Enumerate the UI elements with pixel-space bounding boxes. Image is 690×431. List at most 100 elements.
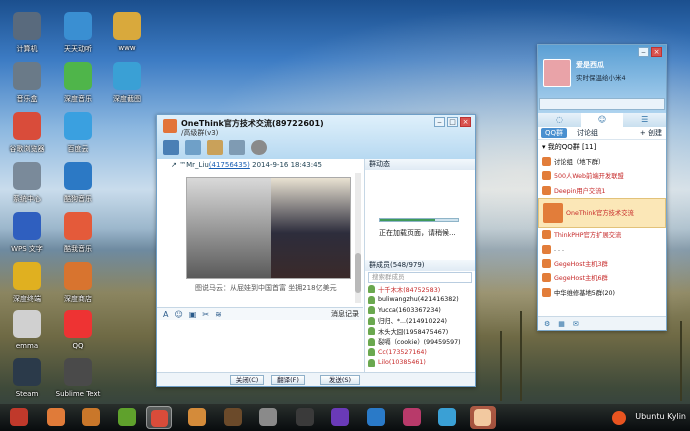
launcher-icon[interactable] [10,408,28,426]
desktop-icon[interactable]: 深度音乐 [53,62,103,104]
loading-text: 正在加载页面，请稍候... [379,229,456,237]
settings-gear-icon[interactable]: ⚙ [544,320,550,328]
group-row[interactable]: ThinkPHP官方扩展交流 [538,228,666,242]
group-row[interactable]: 讨论组（地下群） [538,154,666,168]
app-icon[interactable] [224,408,242,426]
member-row[interactable]: Cc(173527164) [365,347,475,358]
chat-bubble-icon[interactable] [163,140,179,155]
app-icon[interactable] [438,408,456,426]
desktop-icon[interactable]: 系统中心 [2,162,52,204]
ubuntu-logo-icon[interactable] [612,411,626,425]
desktop-icon[interactable]: 天天动听 [53,12,103,54]
scissors-icon[interactable]: ✂ [202,310,209,319]
member-row[interactable]: 十千木木(84752583) [365,284,475,295]
folder-icon[interactable] [207,140,223,155]
desktop-icon[interactable]: 计算机 [2,12,52,54]
minimize-icon[interactable]: ‒ [434,117,445,127]
image-icon[interactable]: ▣ [189,310,197,319]
member-row[interactable]: 木头大囧(1958475467) [365,326,475,337]
chrome-icon[interactable] [146,406,172,429]
maximize-icon[interactable]: □ [447,117,458,127]
desktop-icon[interactable]: 酷我音乐 [53,212,103,254]
message-input[interactable] [157,320,363,372]
desktop-icon[interactable]: WPS 文字 [2,212,52,254]
desktop-icon[interactable]: 酷狗音乐 [53,162,103,204]
app-icon[interactable] [403,408,421,426]
group-row[interactable]: 500人Web前端开发联盟 [538,169,666,183]
close-icon[interactable]: × [460,117,471,127]
app-icon[interactable] [118,408,136,426]
desktop-icon[interactable]: 深度商店 [53,262,103,304]
member-row[interactable]: 归归、*...(214910224) [365,316,475,327]
close-button[interactable]: 关闭(C) [230,375,264,385]
desktop-icon[interactable]: emma [2,310,52,350]
group-name: Deepin用户交流1 [554,187,606,195]
desktop-icon[interactable]: Steam [2,358,52,398]
app-icon[interactable] [367,408,385,426]
group-row[interactable]: OneThink官方技术交流 [538,197,666,228]
desktop-icon-label: 深度截图 [113,95,141,103]
picture-icon[interactable] [229,140,245,155]
app-icon[interactable] [82,408,100,426]
app-icon [113,12,141,40]
mail-icon[interactable]: ✉ [573,320,579,328]
send-button[interactable]: 发送(S) [320,375,360,385]
member-row[interactable]: 裂嗝（cookie）(99459597) [365,337,475,348]
group-header[interactable]: ▾ 我的QQ群 [11] [538,140,666,154]
minimize-icon[interactable]: ‒ [638,47,649,57]
desktop-icon[interactable]: Sublime Text [53,358,103,398]
app-icon [13,62,41,90]
qq-dock-icon[interactable] [470,406,496,429]
close-icon[interactable]: × [651,47,662,57]
chat-scrollbar[interactable] [355,173,361,303]
desktop-icon[interactable]: 百度云 [53,112,103,154]
scroll-thumb[interactable] [355,253,361,293]
create-group-button[interactable]: + 创建 [640,128,662,138]
desktop-icon[interactable]: 谷歌浏览器 [2,112,52,154]
terminal-icon[interactable] [296,408,314,426]
settings-gear-icon[interactable] [251,140,267,155]
shared-photo[interactable] [186,177,351,279]
font-icon[interactable]: A [163,310,168,319]
member-row[interactable]: buliwangzhu(421416382) [365,295,475,306]
member-search-input[interactable]: 搜索群成员 [368,272,472,283]
desktop-icon[interactable]: 音乐盒 [2,62,52,104]
message-record-button[interactable]: 消息记录 [331,309,359,319]
shake-icon[interactable]: ≋ [215,310,222,319]
tab-apps[interactable]: ☰ [623,113,666,127]
sender-id-link[interactable]: (41756435) [209,161,250,169]
user-avatar[interactable] [543,59,571,87]
group-row[interactable]: 中华维修基地5群(20) [538,285,666,299]
app-icon[interactable] [331,408,349,426]
tab-qq-groups[interactable]: QQ群 [541,128,568,138]
member-name: 裂嗝（cookie）(99459597) [378,339,461,347]
desktop-icon[interactable]: 深度终端 [2,262,52,304]
desktop-icon[interactable]: QQ [53,310,103,350]
user-signature[interactable]: 实时保温给小米4 [576,72,626,82]
group-row[interactable]: GegeHost主机3群 [538,256,666,270]
translate-button[interactable]: 翻译(F) [271,375,305,385]
member-row[interactable]: Lilo(10385461) [365,358,475,369]
desktop-icon-label: 百度云 [67,145,89,153]
app-icon[interactable] [188,408,206,426]
qq-search-input[interactable] [539,98,665,110]
member-avatar-icon [368,306,375,315]
group-row[interactable]: Deepin用户交流1 [538,183,666,197]
emoji-icon[interactable]: ☺ [174,310,182,319]
app-manager-icon[interactable]: ▦ [558,320,565,328]
member-row[interactable]: Yucca(1603367234) [365,305,475,316]
desktop-icon[interactable]: www [102,12,152,52]
wallpaper-reed [520,311,522,401]
app-icon [64,162,92,190]
desktop-icon[interactable]: 深度截图 [102,62,152,104]
group-avatar[interactable] [163,119,177,133]
tab-discussions[interactable]: 讨论组 [577,128,598,138]
app-icon[interactable] [47,408,65,426]
settings-icon[interactable] [259,408,277,426]
tab-contacts[interactable]: ☺ [580,113,624,127]
group-row[interactable]: . . . [538,242,666,256]
group-row[interactable]: GegeHost主机6群 [538,271,666,285]
group-subtabs: QQ群 讨论组 + 创建 [538,127,666,140]
tab-messages[interactable]: ◌ [538,113,581,127]
microphone-icon[interactable] [185,140,201,155]
